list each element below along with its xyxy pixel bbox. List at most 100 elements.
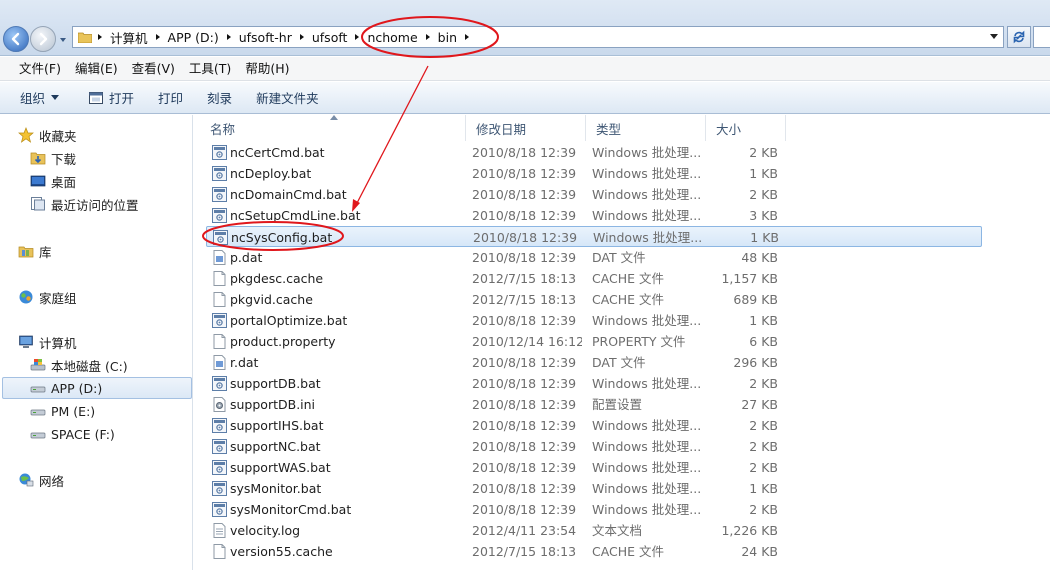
chevron-right-icon[interactable] xyxy=(298,33,306,41)
burn-button[interactable]: 刻录 xyxy=(199,85,240,111)
address-history-dropdown-icon[interactable] xyxy=(989,33,999,41)
file-type: Windows 批处理... xyxy=(593,230,703,245)
chevron-right-icon[interactable] xyxy=(225,33,233,41)
file-name: sysMonitor.bat xyxy=(230,481,322,496)
file-size: 24 KB xyxy=(741,544,778,559)
menu-view[interactable]: 查看(V) xyxy=(125,58,182,80)
table-row[interactable]: pkgdesc.cache 2012/7/15 18:13 CACHE 文件 1,15… xyxy=(206,268,982,289)
table-row[interactable]: p.dat 2010/8/18 12:39 DAT 文件 48 KB xyxy=(206,247,982,268)
address-box[interactable]: 计算机 APP (D:) ufsoft-hr ufsoft nchome bin xyxy=(72,26,1004,48)
breadcrumb-ufsoft-hr[interactable]: ufsoft-hr xyxy=(235,27,308,47)
file-type: Windows 批处理... xyxy=(592,187,702,202)
nav-drive-f[interactable]: SPACE (F:) xyxy=(30,423,220,445)
nav-downloads[interactable]: 下载 xyxy=(30,147,220,169)
chevron-right-icon[interactable] xyxy=(96,31,104,43)
file-type: CACHE 文件 xyxy=(592,544,665,559)
refresh-button[interactable] xyxy=(1007,26,1031,48)
open-button[interactable]: 打开 xyxy=(80,85,142,111)
nav-homegroup[interactable]: 家庭组 xyxy=(18,286,208,308)
file-size: 1 KB xyxy=(749,313,778,328)
chevron-right-icon[interactable] xyxy=(154,33,162,41)
column-header-name[interactable]: 名称 xyxy=(200,115,466,141)
system-drive-icon xyxy=(30,357,46,373)
file-type: PROPERTY 文件 xyxy=(592,334,686,349)
breadcrumb-nchome[interactable]: nchome xyxy=(363,27,433,47)
nav-drive-d[interactable]: APP (D:) xyxy=(2,377,192,399)
file-date: 2010/8/18 12:39 xyxy=(472,187,577,202)
table-row[interactable]: supportDB.ini 2010/8/18 12:39 配置设置 27 KB xyxy=(206,394,982,415)
forward-button[interactable] xyxy=(30,26,56,52)
table-row[interactable]: version55.cache 2012/7/15 18:13 CACHE 文件 24… xyxy=(206,541,982,562)
chevron-right-icon[interactable] xyxy=(353,33,361,41)
column-header-type[interactable]: 类型 xyxy=(586,115,706,141)
address-bar-row: 计算机 APP (D:) ufsoft-hr ufsoft nchome bin xyxy=(0,0,1050,56)
column-header-date[interactable]: 修改日期 xyxy=(466,115,586,141)
table-row[interactable]: ncDomainCmd.bat 2010/8/18 12:39 Windows 批处… xyxy=(206,184,982,205)
nav-network[interactable]: 网络 xyxy=(18,469,208,491)
table-row[interactable]: supportWAS.bat 2010/8/18 12:39 Windows 批处理… xyxy=(206,457,982,478)
nav-recent-places[interactable]: 最近访问的位置 xyxy=(30,193,220,215)
table-row[interactable]: sysMonitorCmd.bat 2010/8/18 12:39 Windows … xyxy=(206,499,982,520)
breadcrumb-app-d[interactable]: APP (D:) xyxy=(164,27,235,47)
menu-edit[interactable]: 编辑(E) xyxy=(68,58,125,80)
column-header-size[interactable]: 大小 xyxy=(706,115,786,141)
breadcrumb-bin[interactable]: bin xyxy=(434,27,473,47)
new-folder-button[interactable]: 新建文件夹 xyxy=(248,85,327,111)
table-row[interactable]: supportNC.bat 2010/8/18 12:39 Windows 批处理.… xyxy=(206,436,982,457)
table-row[interactable]: portalOptimize.bat 2010/8/18 12:39 Windows… xyxy=(206,310,982,331)
nav-favorites[interactable]: 收藏夹 xyxy=(18,124,208,146)
bat-file-icon xyxy=(212,502,227,517)
file-size: 1,226 KB xyxy=(721,523,778,538)
organize-label: 组织 xyxy=(20,91,46,106)
recent-pages-dropdown-icon[interactable] xyxy=(58,35,68,45)
print-button[interactable]: 打印 xyxy=(150,85,191,111)
nav-drive-e[interactable]: PM (E:) xyxy=(30,400,220,422)
table-row[interactable]: supportDB.bat 2010/8/18 12:39 Windows 批处理.… xyxy=(206,373,982,394)
menu-file[interactable]: 文件(F) xyxy=(12,58,68,80)
file-name: pkgvid.cache xyxy=(230,292,313,307)
nav-drive-c[interactable]: 本地磁盘 (C:) xyxy=(30,354,220,376)
file-date: 2012/7/15 18:13 xyxy=(472,271,577,286)
table-row[interactable]: ncDeploy.bat 2010/8/18 12:39 Windows 批处理..… xyxy=(206,163,982,184)
command-bar: 组织 打开 打印 刻录 新建文件夹 xyxy=(0,82,1050,114)
homegroup-icon xyxy=(18,289,34,305)
table-row[interactable]: r.dat 2010/8/18 12:39 DAT 文件 296 KB xyxy=(206,352,982,373)
table-row[interactable]: supportIHS.bat 2010/8/18 12:39 Windows 批处理… xyxy=(206,415,982,436)
table-row[interactable]: velocity.log 2012/4/11 23:54 文本文档 1,226 KB xyxy=(206,520,982,541)
back-button[interactable] xyxy=(3,26,29,52)
table-row[interactable]: product.property 2010/12/14 16:12 PROPERTY… xyxy=(206,331,982,352)
nav-desktop[interactable]: 桌面 xyxy=(30,170,220,192)
organize-button[interactable]: 组织 xyxy=(12,85,72,111)
table-row[interactable]: sysMonitor.bat 2010/8/18 12:39 Windows 批处理… xyxy=(206,478,982,499)
file-name: supportDB.ini xyxy=(230,397,316,412)
file-name: supportDB.bat xyxy=(230,376,321,391)
recent-places-icon xyxy=(30,196,46,212)
search-input[interactable] xyxy=(1033,26,1050,48)
file-size: 1,157 KB xyxy=(721,271,778,286)
nav-libraries[interactable]: 库 xyxy=(18,240,208,262)
table-row[interactable]: pkgvid.cache 2012/7/15 18:13 CACHE 文件 689 K… xyxy=(206,289,982,310)
file-name: supportWAS.bat xyxy=(230,460,331,475)
file-type: Windows 批处理... xyxy=(592,481,702,496)
file-type: Windows 批处理... xyxy=(592,439,702,454)
libraries-icon xyxy=(18,243,34,259)
breadcrumb-ufsoft[interactable]: ufsoft xyxy=(308,27,364,47)
file-size: 2 KB xyxy=(749,460,778,475)
file-type: Windows 批处理... xyxy=(592,208,702,223)
computer-icon xyxy=(18,334,34,350)
arrow-left-icon xyxy=(11,32,20,46)
menu-help[interactable]: 帮助(H) xyxy=(238,58,296,80)
chevron-right-icon[interactable] xyxy=(424,33,432,41)
open-window-icon xyxy=(89,91,104,104)
file-date: 2010/8/18 12:39 xyxy=(472,439,577,454)
table-row[interactable]: ncCertCmd.bat 2010/8/18 12:39 Windows 批处理.… xyxy=(206,142,982,163)
breadcrumb-computer[interactable]: 计算机 xyxy=(106,27,164,47)
chevron-right-icon[interactable] xyxy=(463,33,471,41)
nav-computer[interactable]: 计算机 xyxy=(18,331,208,353)
table-row-selected[interactable]: ncSysConfig.bat 2010/8/18 12:39 Windows 批处… xyxy=(206,226,982,247)
file-name: supportNC.bat xyxy=(230,439,321,454)
file-size: 296 KB xyxy=(733,355,778,370)
nav-drive-e-label: PM (E:) xyxy=(51,403,96,419)
table-row[interactable]: ncSetupCmdLine.bat 2010/8/18 12:39 Windows… xyxy=(206,205,982,226)
menu-tools[interactable]: 工具(T) xyxy=(182,58,238,80)
